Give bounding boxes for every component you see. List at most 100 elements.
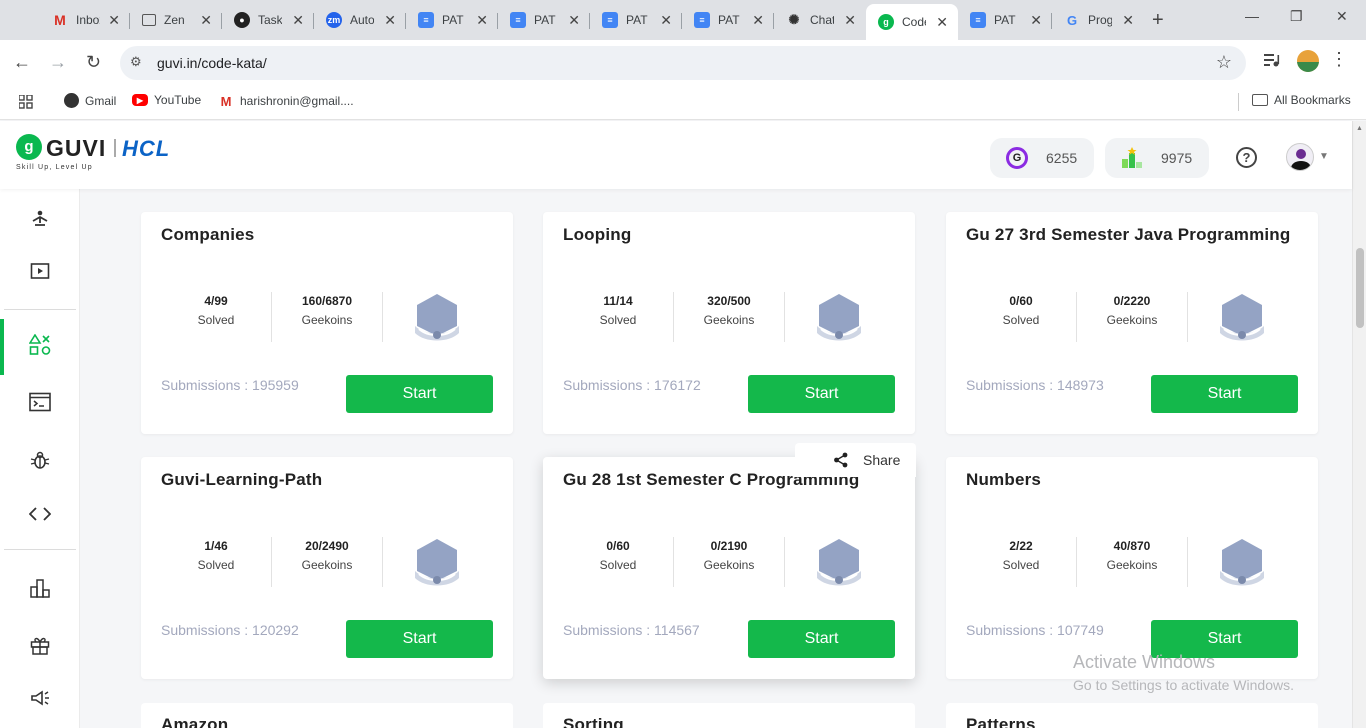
geekoins-count: 6255 xyxy=(1046,150,1078,166)
bookmark-star-icon[interactable]: ☆ xyxy=(1216,52,1232,73)
profile-avatar[interactable] xyxy=(1297,50,1319,72)
solved-label: Solved xyxy=(197,558,235,572)
solved-stat: 2/22 Solved xyxy=(966,539,1076,572)
geekoin-icon: G xyxy=(1006,147,1028,169)
solved-value: 4/99 xyxy=(204,294,228,308)
close-tab-icon[interactable]: ✕ xyxy=(752,12,764,28)
kata-card[interactable]: Companies 4/99 Solved 160/6870 Geekoins Submi… xyxy=(141,212,513,434)
close-tab-icon[interactable]: ✕ xyxy=(844,12,856,28)
user-avatar[interactable] xyxy=(1286,143,1314,171)
youtube-icon: ▶ xyxy=(132,94,148,106)
all-bookmarks[interactable]: All Bookmarks xyxy=(1252,93,1351,107)
browser-tab[interactable]: ≡ PAT ✕ xyxy=(682,6,774,34)
tab-title: Prog xyxy=(1088,13,1112,27)
kata-card[interactable]: Numbers 2/22 Solved 40/870 Geekoins Submissio… xyxy=(946,457,1318,679)
browser-tab[interactable]: ≡ PAT ✕ xyxy=(498,6,590,34)
start-button[interactable]: Start xyxy=(748,620,895,658)
apps-grid-icon[interactable] xyxy=(19,95,33,109)
scroll-up-arrow-icon[interactable]: ▲ xyxy=(1356,125,1363,132)
start-button[interactable]: Start xyxy=(748,375,895,413)
kata-card-partial[interactable]: Sorting xyxy=(543,703,915,728)
close-tab-icon[interactable]: ✕ xyxy=(476,12,488,28)
kata-card-partial[interactable]: Amazon xyxy=(141,703,513,728)
bookmarks-bar: Gmail ▶ YouTube M harishronin@gmail.... … xyxy=(0,86,1366,120)
user-avatar-icon xyxy=(1291,149,1311,170)
sidebar-item-practice[interactable] xyxy=(0,193,80,245)
browser-tab-active[interactable]: g Code ✕ xyxy=(866,4,958,40)
geekoins-pill[interactable]: G 6255 xyxy=(990,138,1094,178)
tab-title: Auto xyxy=(350,13,374,27)
bookmark-youtube[interactable]: ▶ YouTube xyxy=(132,93,201,107)
browser-tab[interactable]: ● Task ✕ xyxy=(222,6,314,34)
share-button[interactable]: Share xyxy=(795,443,916,477)
score-pill[interactable]: 9975 xyxy=(1105,138,1209,178)
kata-card[interactable]: Gu 28 1st Semester C Programming 0/60 Solv… xyxy=(543,457,915,679)
close-tab-icon[interactable]: ✕ xyxy=(384,12,396,28)
sidebar-item-ide[interactable] xyxy=(0,376,80,428)
bookmark-gmail[interactable]: Gmail xyxy=(64,93,116,108)
chatgpt-icon: ✺ xyxy=(788,12,800,27)
forward-button[interactable]: → xyxy=(49,52,67,72)
media-control-icon[interactable] xyxy=(1263,51,1281,69)
close-tab-icon[interactable]: ✕ xyxy=(936,14,948,30)
bookmark-email[interactable]: M harishronin@gmail.... xyxy=(218,93,354,109)
sidebar-item-courses[interactable] xyxy=(0,245,80,297)
site-info-icon[interactable]: ⚙ xyxy=(130,54,142,70)
help-icon[interactable]: ? xyxy=(1236,147,1257,168)
kata-card[interactable]: Guvi-Learning-Path 1/46 Solved 20/2490 Geeko… xyxy=(141,457,513,679)
close-tab-icon[interactable]: ✕ xyxy=(1122,12,1134,28)
kata-card[interactable]: Looping 11/14 Solved 320/500 Geekoins Submiss… xyxy=(543,212,915,434)
browser-tab[interactable]: zm Auto ✕ xyxy=(314,6,406,34)
guvi-logo-text[interactable]: GUVI xyxy=(46,135,106,162)
sidebar-item-leaderboard[interactable] xyxy=(0,562,80,614)
submissions-count: Submissions : 148973 xyxy=(966,377,1104,393)
sidebar-item-rewards[interactable] xyxy=(0,619,80,671)
card-title: Gu 27 3rd Semester Java Programming xyxy=(966,225,1291,244)
sidebar-item-code[interactable] xyxy=(0,488,80,540)
new-tab-button[interactable]: + xyxy=(1152,10,1164,30)
close-tab-icon[interactable]: ✕ xyxy=(292,12,304,28)
reload-button[interactable]: ↻ xyxy=(86,52,101,72)
browser-tab[interactable]: ≡ PAT ✕ xyxy=(406,6,498,34)
back-button[interactable]: ← xyxy=(13,52,31,72)
solved-value: 2/22 xyxy=(1009,539,1033,553)
geekoins-stat: 0/2220 Geekoins xyxy=(1077,294,1187,327)
kata-card[interactable]: Gu 27 3rd Semester Java Programming 0/60 S… xyxy=(946,212,1318,434)
close-tab-icon[interactable]: ✕ xyxy=(200,12,212,28)
browser-tab[interactable]: ✺ Chat ✕ xyxy=(774,6,866,34)
gift-icon xyxy=(30,637,50,655)
submissions-count: Submissions : 195959 xyxy=(161,377,299,393)
scrollbar-thumb[interactable] xyxy=(1356,248,1364,328)
start-button[interactable]: Start xyxy=(346,375,493,413)
close-tab-icon[interactable]: ✕ xyxy=(1030,12,1042,28)
browser-tab[interactable]: M Inbox ✕ xyxy=(40,6,130,34)
browser-tab[interactable]: ≡ PAT ✕ xyxy=(958,6,1052,34)
guvi-logo-icon[interactable]: g xyxy=(16,134,42,160)
sidebar-item-debug[interactable] xyxy=(0,434,80,486)
start-button[interactable]: Start xyxy=(1151,375,1298,413)
solved-value: 1/46 xyxy=(204,539,228,553)
close-tab-icon[interactable]: ✕ xyxy=(568,12,580,28)
restore-button[interactable]: ❐ xyxy=(1290,8,1303,25)
start-button[interactable]: Start xyxy=(346,620,493,658)
browser-tab[interactable]: Zen ✕ xyxy=(130,6,222,34)
close-window-button[interactable]: ✕ xyxy=(1336,8,1348,25)
geekoins-stat: 0/2190 Geekoins xyxy=(674,539,784,572)
minimize-button[interactable]: — xyxy=(1245,8,1259,24)
sidebar-item-announcements[interactable] xyxy=(0,672,80,724)
tab-title: Inbox xyxy=(76,13,100,27)
solved-label: Solved xyxy=(197,313,235,327)
url-text[interactable]: guvi.in/code-kata/ xyxy=(157,55,267,71)
code-kata-icon xyxy=(29,334,51,355)
sidebar-item-code-kata[interactable] xyxy=(0,319,80,375)
browser-menu-icon[interactable]: ⋮ xyxy=(1330,49,1348,70)
close-tab-icon[interactable]: ✕ xyxy=(108,12,120,28)
omnibox[interactable]: ⚙ guvi.in/code-kata/ ☆ xyxy=(120,46,1246,80)
chevron-down-icon[interactable]: ▼ xyxy=(1319,151,1329,162)
kata-card-partial[interactable]: Patterns xyxy=(946,703,1318,728)
browser-tab[interactable]: G Prog ✕ xyxy=(1052,6,1144,34)
geekoins-value: 20/2490 xyxy=(305,539,349,553)
page-scrollbar[interactable]: ▲ xyxy=(1352,121,1366,728)
browser-tab[interactable]: ≡ PAT ✕ xyxy=(590,6,682,34)
close-tab-icon[interactable]: ✕ xyxy=(660,12,672,28)
